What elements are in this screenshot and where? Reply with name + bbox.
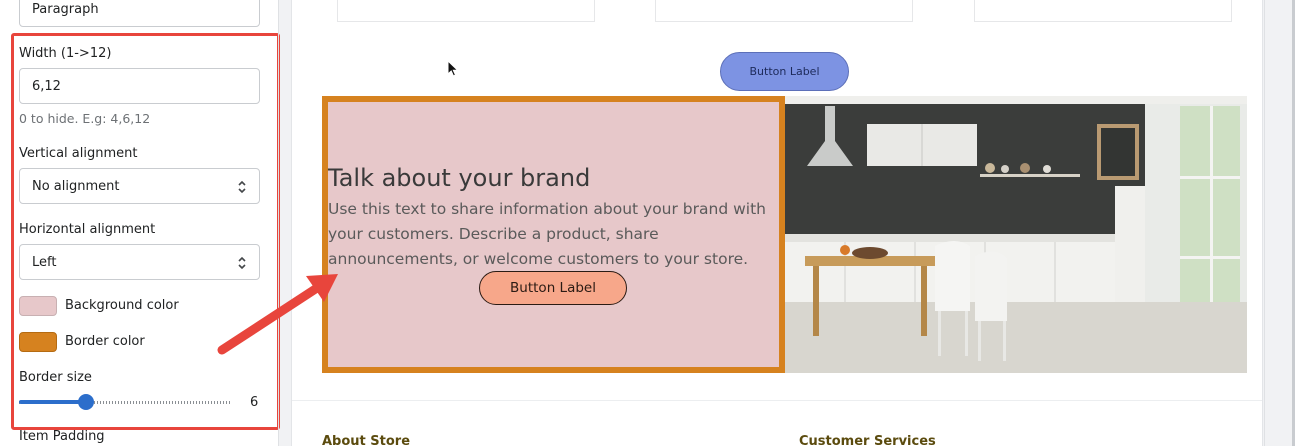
top-card-3 [974,0,1232,22]
footer-heading-about: About Store [322,434,411,446]
top-card-1 [337,0,595,22]
top-button[interactable]: Button Label [720,52,849,91]
item-padding-label: Item Padding [19,429,105,444]
paragraph-type-value: Paragraph [32,2,99,17]
footer-heading-services: Customer Services [799,434,936,446]
brand-title: Talk about your brand [328,164,591,192]
footer-separator [292,400,1262,401]
brand-description: Use this text to share information about… [328,200,766,268]
annotation-arrow-icon [217,274,338,355]
annotation-highlight-box [11,33,280,430]
right-scroll-area[interactable] [1264,0,1295,446]
panel-divider [278,0,279,446]
brand-button[interactable]: Button Label [479,271,627,305]
settings-panel: Paragraph Width (1->12) 6,12 0 to hide. … [0,0,280,446]
top-card-2 [655,0,913,22]
paragraph-type-select[interactable]: Paragraph [19,0,260,27]
cursor-icon [447,60,459,77]
kitchen-image [785,96,1247,373]
